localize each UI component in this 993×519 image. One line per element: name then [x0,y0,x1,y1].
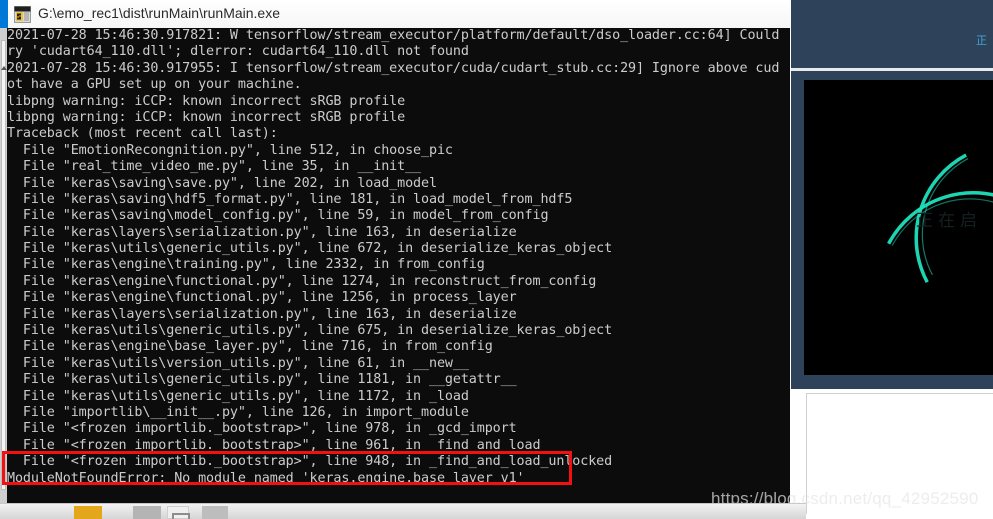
console-line: ry 'cudart64_110.dll'; dlerror: cudart64… [7,44,469,60]
console-line: ot have a GPU set up on your machine. [7,77,302,93]
console-line: File "keras\saving\hdf5_format.py", line… [7,191,573,207]
app-window-titlebar [791,0,993,67]
console-line: File "keras\utils\version_utils.py", lin… [7,355,469,371]
console-app-icon [14,6,31,23]
console-line: 2021-07-28 15:46:30.917821: W tensorflow… [7,28,780,43]
console-line: File "keras\layers\serialization.py", li… [7,224,517,240]
console-line: File "real_time_video_me.py", line 35, i… [7,159,422,175]
taskbar-window-icon[interactable] [172,513,190,519]
console-line: File "keras\layers\serialization.py", li… [7,306,517,322]
console-line: libpng warning: iCCP: known incorrect sR… [7,93,406,109]
console-line: File "keras\utils\generic_utils.py", lin… [7,241,613,257]
app-splash-canvas: 正在启 [804,80,993,375]
console-window[interactable]: G:\emo_rec1\dist\runMain\runMain.exe 202… [0,0,790,503]
console-line: File "keras\saving\model_config.py", lin… [7,208,549,224]
console-line: File "keras\utils\generic_utils.py", lin… [7,323,613,339]
app-splash-label: 正在启 [916,211,982,231]
console-line: File "keras\engine\base_layer.py", line … [7,339,493,355]
console-line: File "keras\engine\functional.py", line … [7,290,517,306]
console-title: G:\emo_rec1\dist\runMain\runMain.exe [38,5,280,21]
console-scrollbar[interactable] [0,28,7,503]
console-line: File "keras\engine\training.py", line 23… [7,257,485,273]
console-line: 2021-07-28 15:46:30.917955: I tensorflow… [7,60,780,76]
taskbar-item-1[interactable] [74,506,102,519]
console-output-area[interactable]: 2021-07-28 15:46:30.917821: W tensorflow… [0,28,790,503]
console-line: File "keras\utils\generic_utils.py", lin… [7,388,469,404]
taskbar-item-4[interactable] [202,506,228,519]
taskbar-item-2[interactable] [133,506,161,519]
console-empty-strip [7,493,790,503]
console-line: File "importlib\__init__.py", line 126, … [7,404,469,420]
console-line: File "<frozen importlib._bootstrap>", li… [7,421,517,437]
app-window-title-fragment: 正 [976,35,987,47]
emotion-app-window[interactable]: 正 正在启 [791,0,993,389]
console-line: ModuleNotFoundError: No module named 'ke… [7,470,525,486]
console-titlebar[interactable]: G:\emo_rec1\dist\runMain\runMain.exe [0,0,790,29]
console-line: File "<frozen importlib._bootstrap>", li… [7,437,541,453]
console-line: Traceback (most recent call last): [7,126,278,142]
window-focus-accent [0,0,8,28]
console-line: File "keras\utils\generic_utils.py", lin… [7,372,517,388]
console-line: File "EmotionRecongnition.py", line 512,… [7,142,453,158]
console-scrollbar-thumb[interactable] [1,40,6,490]
console-line: libpng warning: iCCP: known incorrect sR… [7,109,406,125]
console-text-content: 2021-07-28 15:46:30.917821: W tensorflow… [7,28,790,487]
console-line: File "keras\engine\functional.py", line … [7,273,597,289]
app-window-separator [791,68,993,71]
screenshot-root: 正 正在启 G:\emo_rec1\dist\runMain\runMain.e… [0,0,993,519]
console-line: File "keras\saving\save.py", line 202, i… [7,175,437,191]
console-line: File "<frozen importlib._bootstrap>", li… [7,454,613,470]
taskbar[interactable] [0,503,806,519]
